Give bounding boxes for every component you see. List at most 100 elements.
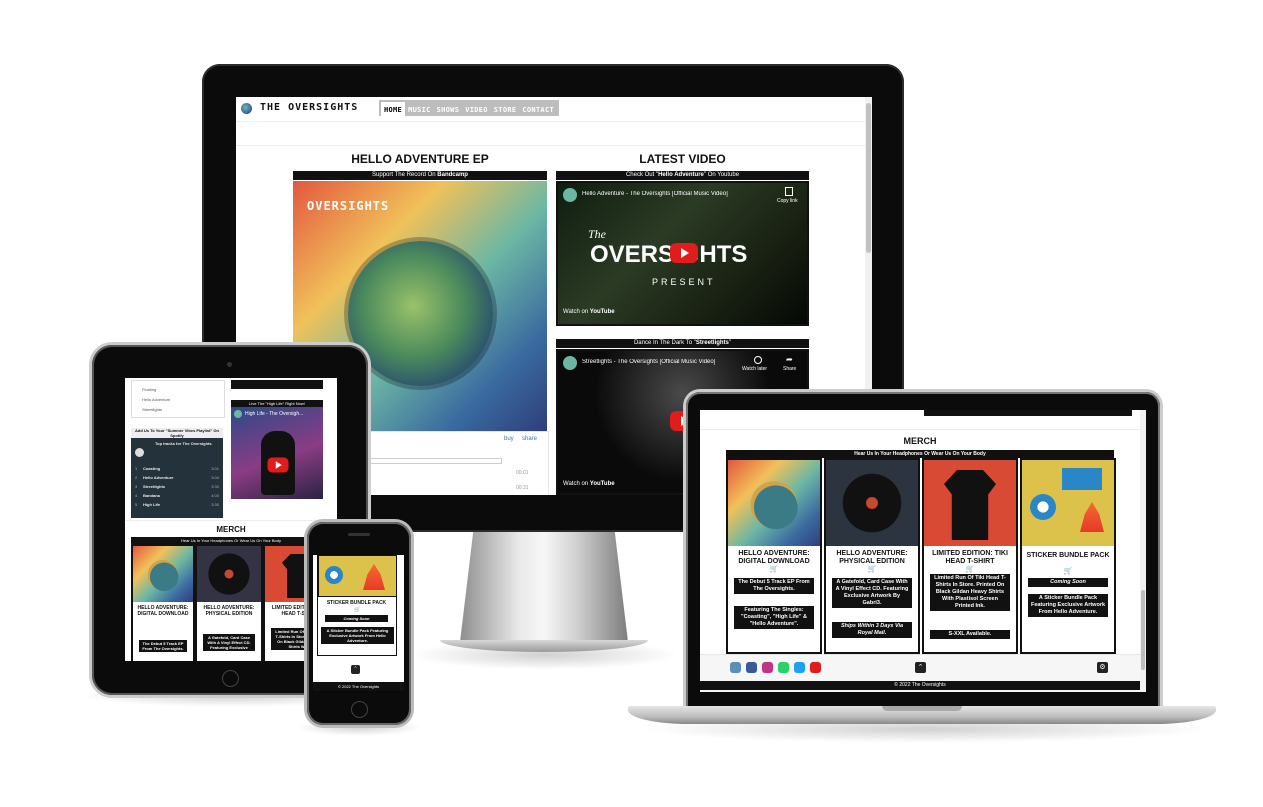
facebook-icon[interactable] [746, 662, 757, 673]
nav-shows[interactable]: SHOWS [434, 102, 463, 118]
laptop-social-icons [730, 662, 840, 674]
tablet-card-digital[interactable]: HELLO ADVENTURE: DIGITAL DOWNLOAD The De… [131, 544, 195, 661]
spotify-track-name: Streetlights [143, 484, 166, 489]
laptop-card-physical-cart-icon[interactable]: 🛒 [828, 566, 916, 574]
laptop-sticker-city [1062, 468, 1102, 490]
tablet-track-1[interactable]: Floating [142, 387, 156, 392]
laptop-merch-heading: MERCH [903, 436, 937, 446]
tablet-home-button[interactable] [222, 670, 239, 687]
video1-overlay-present: PRESENT [652, 277, 716, 287]
video2-share-label[interactable]: Share [783, 366, 796, 372]
share-link[interactable]: share [522, 436, 537, 442]
laptop-card-digital-title: HELLO ADVENTURE: DIGITAL DOWNLOAD [738, 550, 810, 565]
laptop-scrollbar[interactable] [1140, 410, 1146, 692]
laptop-card-physical[interactable]: HELLO ADVENTURE: PHYSICAL EDITION 🛒 A Ga… [824, 458, 920, 654]
youtube-icon[interactable] [810, 662, 821, 673]
ep-heading: HELLO ADVENTURE EP [351, 152, 489, 166]
tablet-live-video[interactable]: High Life - The Oversigh... [231, 407, 323, 499]
tablet-spotify-caption: Add Us To Your "Summer Vibes Playlist" O… [131, 428, 223, 438]
nav-music[interactable]: MUSIC [405, 102, 434, 118]
video1-overlay-band: OVERSIGHTS [590, 241, 748, 268]
tablet-merch-caption: Hear Us In Your Headphones Or Wear Us On… [131, 537, 331, 544]
nav-store[interactable]: STORE [491, 102, 520, 118]
spotify-track-row[interactable]: 4 Bandana 4:00 [135, 491, 219, 500]
tablet-video-play-icon[interactable] [267, 457, 289, 473]
copy-link-label[interactable]: Copy link [777, 198, 798, 204]
spotify-track-row[interactable]: 2 Hello Adventure 3:04 [135, 473, 219, 482]
spotify-track-name: Hello Adventure [143, 475, 174, 480]
laptop-card-physical-badge-2: Ships Within 3 Days Via Royal Mail. [832, 622, 912, 638]
video1-title: Hello Adventure - The Oversights [Offici… [582, 191, 728, 197]
brand-name[interactable]: THE OVERSIGHTS [260, 102, 358, 113]
video1-play-icon[interactable] [670, 243, 698, 263]
spotify-play-icon[interactable] [135, 448, 144, 457]
laptop-settings-icon[interactable]: ⚙ [1097, 662, 1108, 673]
laptop-card-digital-cart-icon[interactable]: 🛒 [730, 566, 818, 574]
laptop-card-physical-image [826, 460, 918, 546]
laptop-card-digital[interactable]: HELLO ADVENTURE: DIGITAL DOWNLOAD 🛒 The … [726, 458, 822, 654]
tablet-track-3[interactable]: Streetlights [142, 407, 162, 412]
tablet-spotify-player[interactable]: Top tracks for The Oversights 1 Coasting 3… [131, 438, 223, 518]
phone-speaker [348, 533, 370, 536]
laptop-card-sticker-cart-icon[interactable]: 🛒 [1024, 568, 1112, 576]
spotify-track-time: 3:30 [211, 484, 219, 489]
nav-home[interactable]: HOME [381, 102, 406, 118]
tablet-video-avatar [234, 410, 242, 418]
spotify-track-name: Coasting [143, 466, 161, 471]
laptop-card-tshirt-cart-icon[interactable]: 🛒 [926, 566, 1014, 574]
copy-link-icon[interactable] [785, 187, 793, 196]
spotify-track-row[interactable]: 3 Streetlights 3:30 [135, 482, 219, 491]
phone-home-button[interactable] [351, 701, 368, 718]
globe-logo-icon[interactable] [241, 103, 252, 114]
laptop-merch-caption: Hear Us In Your Headphones Or Wear Us On… [726, 450, 1114, 458]
spotify-title: Top tracks for The Oversights [155, 441, 212, 446]
instagram-icon[interactable] [762, 662, 773, 673]
laptop-card-tshirt[interactable]: LIMITED EDITION: TIKI HEAD T-SHIRT 🛒 Lim… [922, 458, 1018, 654]
spotify-icon[interactable] [778, 662, 789, 673]
twitter-icon[interactable] [794, 662, 805, 673]
ep-caption: Support The Record On Bandcamp [293, 171, 547, 180]
spotify-track-number: 3 [135, 484, 138, 489]
tablet-track-2[interactable]: Hello Adventure [142, 397, 170, 402]
video1-embed[interactable]: Hello Adventure - The Oversights [Offici… [556, 181, 809, 326]
tablet-card-physical-desc: A Gatefold, Card Case With A Vinyl Effec… [203, 634, 255, 651]
player-time-1: 00:01 [516, 470, 529, 476]
video1-watch-on[interactable]: Watch on YouTube [563, 309, 615, 315]
laptop-card-tshirt-badge-1: Limited Run Of Tiki Head T-Shirts In Sto… [930, 574, 1010, 611]
spotify-track-time: 4:00 [211, 493, 219, 498]
spotify-track-name: Bandana [143, 493, 160, 498]
spotify-track-row[interactable]: 5 High Life 3:30 [135, 500, 219, 509]
tablet-card-digital-desc: The Debut 5 Track EP From The Oversights… [139, 640, 187, 652]
laptop-scroll-thumb[interactable] [1141, 590, 1145, 670]
laptop-card-sticker[interactable]: STICKER BUNDLE PACK 🛒 Coming Soon A Stic… [1020, 458, 1116, 654]
watch-later-icon[interactable] [754, 356, 762, 364]
laptop-card-digital-badge-1: The Debut 5 Track EP From The Oversights… [734, 578, 814, 594]
tablet-card-physical[interactable]: HELLO ADVENTURE: PHYSICAL EDITION A Gate… [195, 544, 263, 661]
tablet-screen: Floating Hello Adventure Streetlights Li… [125, 378, 337, 661]
buy-link[interactable]: buy [504, 436, 514, 442]
header-divider [236, 145, 872, 146]
spotify-track-time: 3:04 [211, 475, 219, 480]
spotify-track-number: 5 [135, 502, 138, 507]
spotify-track-row[interactable]: 1 Coasting 3:01 [135, 464, 219, 473]
nav-contact[interactable]: CONTACT [519, 102, 557, 118]
tablet-top-bar [231, 380, 323, 389]
phone-screen: STICKER BUNDLE PACK 🛒 Coming Soon A Stic… [313, 555, 404, 691]
video1-channel-avatar [563, 188, 577, 202]
tablet-merch-heading: MERCH [216, 525, 246, 534]
laptop-card-digital-image [728, 460, 820, 546]
spotify-track-number: 4 [135, 493, 138, 498]
phone-back-to-top-icon[interactable]: ⌃ [351, 665, 360, 674]
tablet-live-caption: Live The "High Life" Right Now! [231, 400, 323, 407]
share-arrow-icon[interactable]: ➦ [786, 356, 793, 364]
website-icon[interactable] [730, 662, 741, 673]
nav-video[interactable]: VIDEO [462, 102, 491, 118]
video2-watch-on[interactable]: Watch on YouTube [563, 481, 615, 487]
laptop-back-to-top-icon[interactable]: ⌃ [915, 662, 926, 673]
cover-band-logo: OVERSIGHTS [307, 199, 390, 213]
desktop-scroll-thumb[interactable] [866, 103, 871, 253]
watch-later-label[interactable]: Watch later [742, 366, 767, 372]
laptop-top-strip [924, 410, 1132, 416]
laptop-divider [700, 429, 1140, 430]
laptop-card-physical-title: HELLO ADVENTURE: PHYSICAL EDITION [836, 550, 908, 565]
